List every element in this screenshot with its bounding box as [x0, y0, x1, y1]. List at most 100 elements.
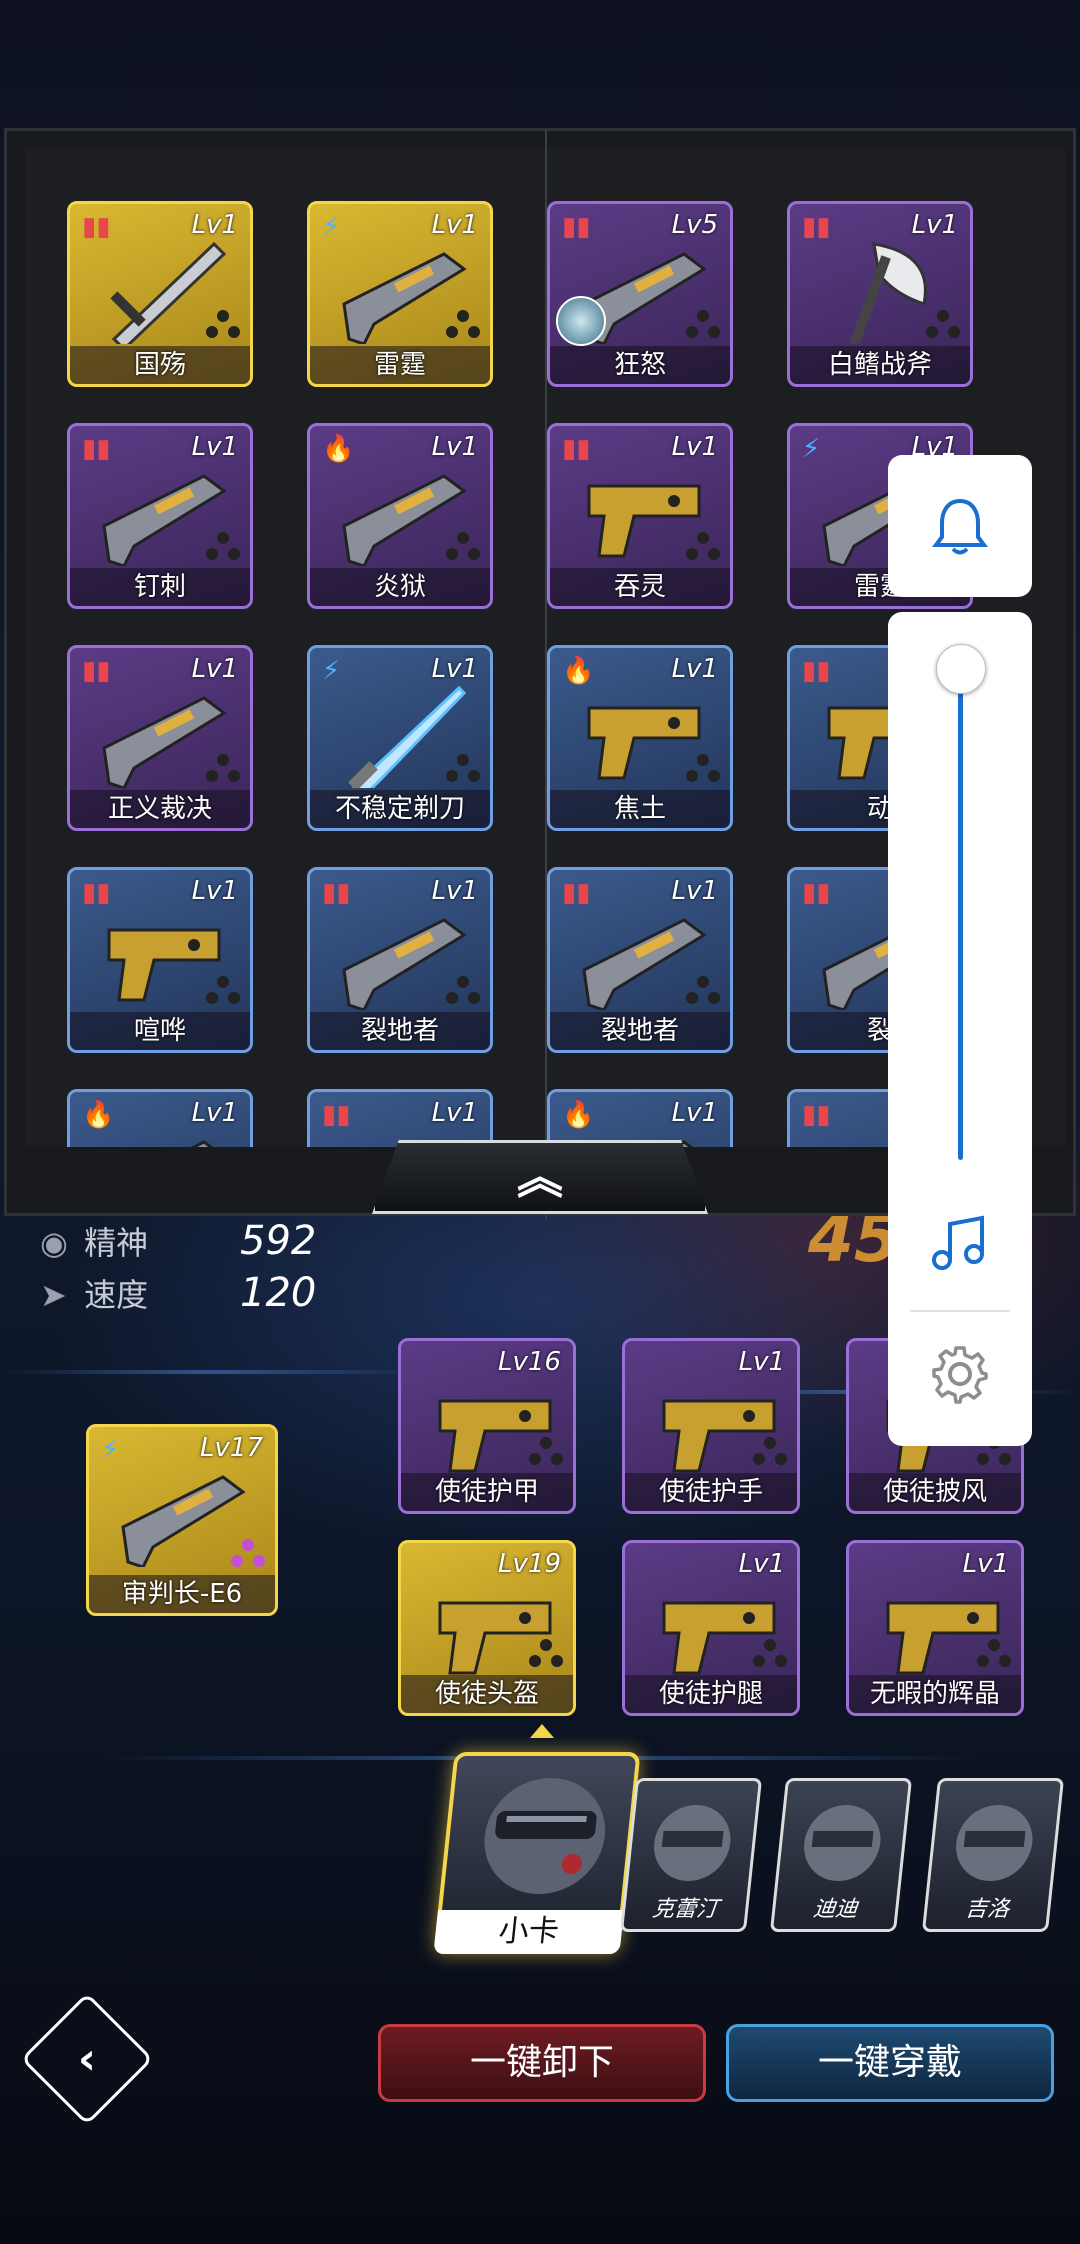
equipped-gear[interactable]: Lv1 使徒护腿 — [622, 1540, 800, 1716]
socket-dots — [926, 310, 960, 340]
item-name: 裂地者 — [550, 1012, 730, 1050]
selected-arrow-icon — [530, 1724, 554, 1738]
socket-dots — [231, 1539, 265, 1569]
music-note-icon[interactable] — [928, 1212, 990, 1274]
socket-dots — [206, 532, 240, 562]
item-name: 吞灵 — [550, 568, 730, 606]
double-chevron-up-icon: ︽ — [517, 1150, 563, 1204]
inventory-item[interactable]: 🔥 Lv1 — [547, 1089, 733, 1147]
inventory-item[interactable]: ▮▮ Lv1 裂地者 — [547, 867, 733, 1053]
stat-value: 120 — [240, 1270, 317, 1316]
item-level: Lv1 — [191, 654, 238, 684]
inventory-item[interactable]: ▮▮ Lv5 狂怒 — [547, 201, 733, 387]
ringer-mode-button[interactable] — [888, 455, 1032, 597]
item-level: Lv16 — [498, 1347, 561, 1377]
item-level: Lv1 — [431, 210, 478, 240]
inventory-item[interactable]: ▮▮ Lv1 正义裁决 — [67, 645, 253, 831]
inventory-item[interactable]: ▮▮ Lv1 — [307, 1089, 493, 1147]
item-name: 雷霆 — [310, 346, 490, 384]
inventory-item[interactable]: ⚡ Lv1 不稳定剃刀 — [307, 645, 493, 831]
item-name: 不稳定剃刀 — [310, 790, 490, 828]
gear-icon[interactable] — [928, 1342, 992, 1406]
inventory-item[interactable]: ▮▮ Lv1 钉刺 — [67, 423, 253, 609]
fire-icon: 🔥 — [562, 656, 595, 686]
light-streak — [0, 1370, 420, 1374]
fire-icon: 🔥 — [562, 1100, 595, 1130]
item-name: 使徒护手 — [625, 1473, 797, 1511]
item-level: Lv1 — [431, 654, 478, 684]
item-name: 使徒护甲 — [401, 1473, 573, 1511]
character-portrait — [804, 1805, 881, 1881]
ammo-icon: ▮▮ — [82, 878, 111, 908]
equipped-gear[interactable]: Lv16 使徒护甲 — [398, 1338, 576, 1514]
character-avatar-badge — [556, 296, 606, 346]
ammo-icon: ▮▮ — [562, 878, 591, 908]
item-level: Lv17 — [200, 1433, 263, 1463]
collapse-button[interactable]: ︽ — [372, 1140, 708, 1214]
ammo-icon: ▮▮ — [802, 212, 831, 242]
inventory-item[interactable]: 🔥 Lv1 — [67, 1089, 253, 1147]
stat-label: 速度 — [84, 1276, 149, 1314]
inventory-item[interactable]: ▮▮ Lv1 吞灵 — [547, 423, 733, 609]
item-name: 正义裁决 — [70, 790, 250, 828]
socket-dots — [529, 1437, 563, 1467]
item-level: Lv1 — [671, 876, 718, 906]
equip-all-button[interactable]: 一键穿戴 — [726, 2024, 1054, 2102]
equipped-gear[interactable]: Lv1 无暇的辉晶 — [846, 1540, 1024, 1716]
socket-dots — [686, 754, 720, 784]
item-level: Lv1 — [671, 1098, 718, 1128]
inventory-item[interactable]: 🔥 Lv1 炎狱 — [307, 423, 493, 609]
ammo-icon: ▮▮ — [562, 212, 591, 242]
item-level: Lv1 — [671, 654, 718, 684]
volume-slider-knob[interactable] — [936, 644, 986, 694]
ammo-icon: ▮▮ — [802, 656, 831, 686]
ammo-icon: ▮▮ — [82, 434, 111, 464]
ammo-icon: ▮▮ — [802, 1100, 831, 1130]
character-portrait — [484, 1778, 606, 1894]
character-card[interactable]: 克蕾汀 — [619, 1778, 763, 1932]
stat-spirit: ◉ 精神 592 — [40, 1218, 316, 1264]
panel-divider — [545, 131, 547, 1219]
equipped-gear[interactable]: Lv19 使徒头盔 — [398, 1540, 576, 1716]
item-name: 审判长-E6 — [89, 1575, 275, 1613]
wing-icon: ➤ — [40, 1276, 67, 1314]
item-level: Lv1 — [191, 432, 238, 462]
stat-value: 592 — [240, 1218, 317, 1264]
character-name: 克蕾汀 — [650, 1897, 720, 1922]
ammo-icon: ▮▮ — [322, 1100, 351, 1130]
lightning-icon: ⚡ — [802, 434, 821, 464]
item-name: 无暇的辉晶 — [849, 1675, 1021, 1713]
inventory-item[interactable]: ⚡ Lv1 雷霆 — [307, 201, 493, 387]
character-name: 迪迪 — [811, 1897, 859, 1922]
inventory-item[interactable]: ▮▮ Lv1 裂地者 — [307, 867, 493, 1053]
item-name: 裂地者 — [310, 1012, 490, 1050]
item-name: 喧哗 — [70, 1012, 250, 1050]
item-name: 炎狱 — [310, 568, 490, 606]
inventory-item[interactable]: ▮▮ Lv1 喧哗 — [67, 867, 253, 1053]
item-name: 白鳍战斧 — [790, 346, 970, 384]
item-level: Lv19 — [498, 1549, 561, 1579]
inventory-item[interactable]: ▮▮ Lv1 白鳍战斧 — [787, 201, 973, 387]
item-level: Lv1 — [962, 1549, 1009, 1579]
item-level: Lv1 — [431, 1098, 478, 1128]
inventory-item[interactable]: ▮▮ Lv1 国殇 — [67, 201, 253, 387]
equipped-gear[interactable]: Lv1 使徒护手 — [622, 1338, 800, 1514]
fire-icon: 🔥 — [82, 1100, 115, 1130]
character-card[interactable]: 迪迪 — [769, 1778, 913, 1932]
inventory-item[interactable]: 🔥 Lv1 焦土 — [547, 645, 733, 831]
volume-slider-track[interactable] — [958, 670, 963, 1160]
character-card[interactable]: 吉洛 — [921, 1778, 1065, 1932]
socket-dots — [446, 532, 480, 562]
stat-label: 精神 — [84, 1224, 149, 1262]
character-card-selected[interactable]: 小卡 — [433, 1752, 641, 1954]
item-level: Lv1 — [738, 1347, 785, 1377]
equipped-weapon[interactable]: ⚡ Lv17 审判长-E6 — [86, 1424, 278, 1616]
lightning-icon: ⚡ — [322, 656, 341, 686]
character-portrait — [956, 1805, 1033, 1881]
socket-dots — [686, 976, 720, 1006]
socket-dots — [446, 310, 480, 340]
unequip-all-button[interactable]: 一键卸下 — [378, 2024, 706, 2102]
item-name: 使徒头盔 — [401, 1675, 573, 1713]
character-name: 吉洛 — [963, 1897, 1011, 1922]
lightning-icon: ⚡ — [101, 1435, 120, 1465]
